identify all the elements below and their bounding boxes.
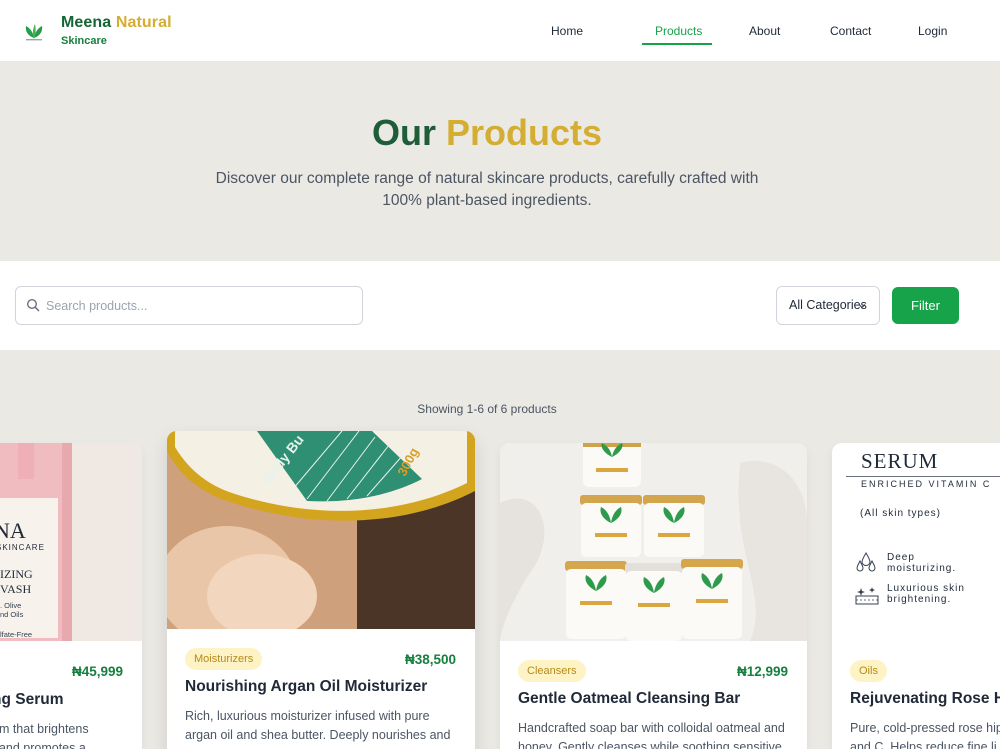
category-badge: Moisturizers	[185, 648, 263, 670]
product-image-label: IZING	[0, 567, 33, 581]
product-title[interactable]: Rejuvenating Rose H	[850, 690, 1000, 708]
product-image-label: VASH	[0, 582, 32, 596]
page-subtitle: Discover our complete range of natural s…	[215, 170, 759, 209]
nav-about[interactable]: About	[749, 24, 780, 38]
product-title[interactable]: ng Serum	[0, 691, 63, 709]
product-image-label: lfate-Free	[0, 630, 33, 639]
product-photo-cleansing-jars	[500, 443, 807, 641]
product-price: ₦45,999	[71, 664, 123, 679]
product-image-label: moisturizing.	[887, 563, 957, 574]
product-price: ₦38,500	[404, 652, 456, 667]
product-image	[500, 443, 807, 641]
product-card[interactable]: Body Bu 300g Moisturizers ₦38,500 Nouris…	[167, 431, 475, 749]
category-badge: Cleansers	[518, 660, 586, 682]
product-image: NA SKINCARE IZING VASH . Olive nd Oils l…	[0, 443, 142, 641]
category-badge: Oils	[850, 660, 887, 682]
page-title: Our Products	[371, 112, 603, 153]
product-image: SERUM ENRICHED VITAMIN C (All skin types…	[832, 443, 1000, 641]
product-image-label: ENRICHED VITAMIN C	[861, 479, 992, 489]
product-image-label: SERUM	[861, 449, 939, 473]
product-card[interactable]: Cleansers ₦12,999 Gentle Oatmeal Cleansi…	[500, 443, 807, 749]
product-image-label: NA	[0, 518, 26, 543]
product-image-label: Deep	[887, 552, 915, 563]
product-price: ₦12,999	[736, 664, 788, 679]
search-icon	[26, 298, 40, 312]
nav-products[interactable]: Products	[655, 24, 702, 38]
nav-active-underline	[642, 43, 712, 45]
leaf-logo-icon[interactable]	[22, 22, 46, 42]
product-image-label: brightening.	[887, 594, 952, 605]
sparkle-skin-icon	[855, 587, 879, 605]
product-title[interactable]: Nourishing Argan Oil Moisturizer	[185, 678, 427, 696]
search-input[interactable]	[46, 290, 346, 321]
chevron-down-icon	[858, 304, 866, 309]
product-description: Handcrafted soap bar with colloidal oatm…	[518, 721, 785, 749]
brand-tagline: Skincare	[61, 35, 107, 47]
brand-name[interactable]: Meena Natural	[61, 14, 172, 32]
product-card[interactable]: NA SKINCARE IZING VASH . Olive nd Oils l…	[0, 443, 142, 749]
product-image-label: (All skin types)	[860, 508, 942, 519]
product-description: Rich, luxurious moisturizer infused with…	[185, 709, 451, 742]
product-photo-argan-moisturizer: Body Bu 300g	[167, 431, 475, 629]
product-image-label: Luxurious skin	[887, 583, 965, 594]
product-card[interactable]: SERUM ENRICHED VITAMIN C (All skin types…	[832, 443, 1000, 749]
nav-login[interactable]: Login	[918, 24, 947, 38]
product-description: Pure, cold-pressed rose hip and C. Helps…	[850, 721, 1000, 749]
product-image: Body Bu 300g	[167, 431, 475, 629]
category-select-value: All Categories	[789, 298, 867, 312]
product-image-label: nd Oils	[0, 610, 24, 619]
nav-contact[interactable]: Contact	[830, 24, 871, 38]
results-count: Showing 1-6 of 6 products	[417, 402, 557, 416]
product-image-label: SKINCARE	[0, 543, 45, 552]
product-description: um that brightens , and promotes a	[0, 722, 89, 749]
hero-section	[0, 63, 1000, 261]
filter-button[interactable]: Filter	[892, 287, 959, 324]
product-title[interactable]: Gentle Oatmeal Cleansing Bar	[518, 690, 740, 708]
product-image-label: . Olive	[0, 601, 22, 610]
product-image-divider	[846, 476, 1000, 477]
droplets-icon	[856, 552, 876, 572]
nav-home[interactable]: Home	[551, 24, 583, 38]
